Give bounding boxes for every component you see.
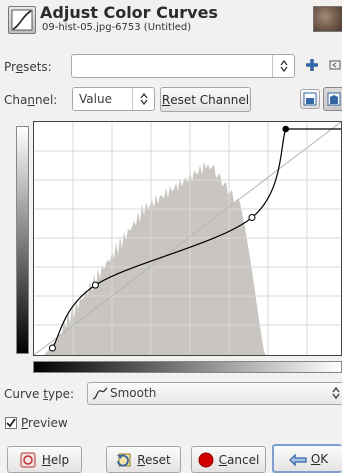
vertical-gradient-bar [16, 126, 29, 354]
channel-value: Value [79, 92, 112, 106]
log-histogram-button[interactable] [323, 87, 342, 111]
reset-icon [117, 453, 131, 466]
preview-label: Preview [21, 416, 68, 430]
reset-button[interactable]: Reset [106, 446, 181, 473]
help-icon [20, 452, 36, 467]
presets-label: Presets: [4, 60, 52, 74]
horizontal-gradient-bar [33, 361, 342, 373]
log-histogram-icon [327, 92, 341, 106]
curves-tool-icon [8, 6, 36, 34]
cancel-button[interactable]: Cancel [191, 446, 266, 473]
curve-type-combo[interactable]: Smooth [87, 382, 342, 405]
dialog-subtitle: 09-hist-05.jpg-6753 (Untitled) [42, 22, 192, 33]
presets-combo[interactable] [71, 54, 295, 78]
adjust-color-curves-dialog: Adjust Color Curves 09-hist-05.jpg-6753 … [0, 0, 342, 473]
preview-checkbox[interactable] [5, 417, 17, 429]
add-preset-icon[interactable] [302, 55, 322, 75]
cancel-icon [198, 452, 214, 467]
smooth-curve-icon [92, 387, 108, 400]
reset-channel-button[interactable]: Reset Channel [160, 87, 251, 112]
channel-label: Channel: [4, 93, 58, 107]
curves-graph[interactable] [33, 121, 342, 356]
presets-dropdown-arrow-icon[interactable] [272, 55, 294, 77]
image-thumbnail [313, 6, 342, 32]
checkmark-icon [6, 418, 16, 428]
channel-dropdown-arrow-icon[interactable] [132, 88, 154, 110]
cancel-label: Cancel [218, 452, 260, 467]
reset-label: Reset [137, 452, 171, 467]
preset-menu-icon[interactable] [327, 56, 342, 74]
curve-type-dropdown-arrow-icon[interactable] [332, 386, 340, 402]
linear-histogram-button[interactable] [300, 89, 320, 109]
dialog-title: Adjust Color Curves [40, 3, 218, 22]
curve-type-value: Smooth [110, 386, 157, 400]
curve-control-point[interactable] [248, 214, 256, 222]
curve-type-label: Curve type: [4, 387, 75, 401]
help-label: Help [41, 452, 70, 467]
ok-icon [288, 453, 307, 466]
ok-button[interactable]: OK [272, 444, 342, 473]
ok-label: OK [310, 451, 329, 466]
help-button[interactable]: Help [7, 446, 82, 473]
linear-histogram-icon [303, 92, 317, 106]
curve-control-point[interactable] [48, 344, 56, 352]
curve-control-point[interactable] [91, 281, 99, 289]
histogram [34, 161, 266, 355]
channel-combo[interactable]: Value [72, 87, 155, 111]
